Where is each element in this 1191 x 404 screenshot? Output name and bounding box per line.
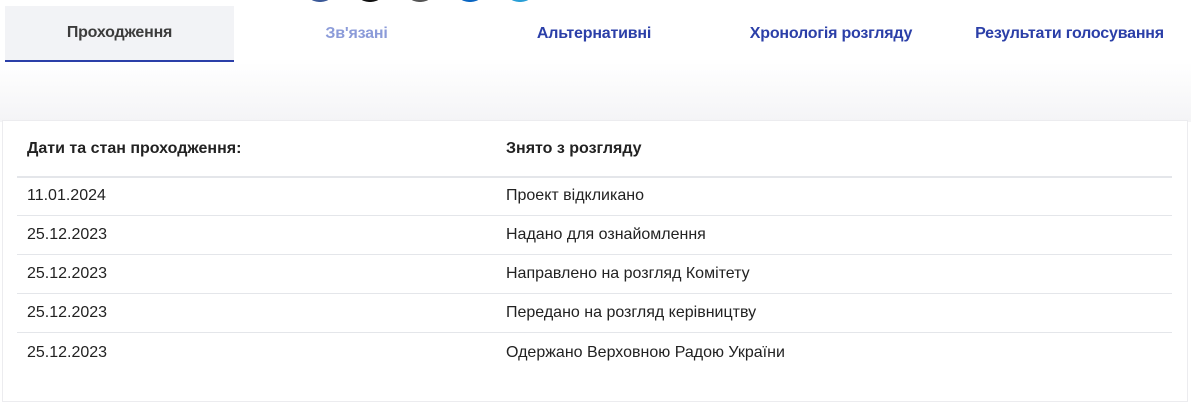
- x-icon[interactable]: [355, 0, 385, 2]
- row-date: 25.12.2023: [27, 343, 108, 361]
- header-status: Знято з розгляду: [506, 139, 642, 157]
- row-date: 11.01.2024: [27, 187, 106, 204]
- facebook-icon[interactable]: [305, 0, 335, 2]
- panel-top-shade: [0, 62, 1191, 122]
- table-row: 25.12.2023 Передано на розгляд керівницт…: [17, 294, 1172, 333]
- telegram-icon[interactable]: [505, 0, 535, 2]
- row-event: Проект відкликано: [506, 187, 644, 204]
- email-icon[interactable]: [405, 0, 435, 2]
- row-event: Направлено на розгляд Комітету: [506, 265, 750, 282]
- row-event: Передано на розгляд керівництву: [506, 304, 757, 321]
- tab-related[interactable]: Зв'язані: [234, 6, 479, 62]
- table-row: 25.12.2023 Надано для ознайомлення: [17, 216, 1172, 255]
- row-event: Одержано Верховною Радою України: [506, 343, 785, 361]
- tab-review-chronology[interactable]: Хронологія розгляду: [709, 6, 953, 62]
- table-header: Дати та стан проходження: Знято з розгля…: [17, 121, 1172, 178]
- passage-panel: Дати та стан проходження: Знято з розгля…: [2, 120, 1188, 402]
- row-date: 25.12.2023: [27, 226, 108, 243]
- tab-alternative[interactable]: Альтернативні: [479, 6, 709, 62]
- tab-passage[interactable]: Проходження: [5, 6, 234, 63]
- row-date: 25.12.2023: [27, 304, 108, 321]
- bill-tabs: Проходження Зв'язані Альтернативні Хроно…: [5, 6, 1186, 63]
- share-icons: [305, 0, 535, 2]
- tab-voting-results[interactable]: Результати голосування: [953, 6, 1186, 62]
- table-row: 25.12.2023 Одержано Верховною Радою Укра…: [17, 333, 1172, 372]
- table-row: 25.12.2023 Направлено на розгляд Комітет…: [17, 255, 1172, 294]
- row-date: 25.12.2023: [27, 265, 108, 282]
- header-dates: Дати та стан проходження:: [27, 139, 242, 157]
- table-row: 11.01.2024 Проект відкликано: [17, 177, 1172, 216]
- passage-rows: 11.01.2024 Проект відкликано 25.12.2023 …: [17, 177, 1172, 372]
- row-event: Надано для ознайомлення: [506, 226, 706, 243]
- linkedin-icon[interactable]: [455, 0, 485, 2]
